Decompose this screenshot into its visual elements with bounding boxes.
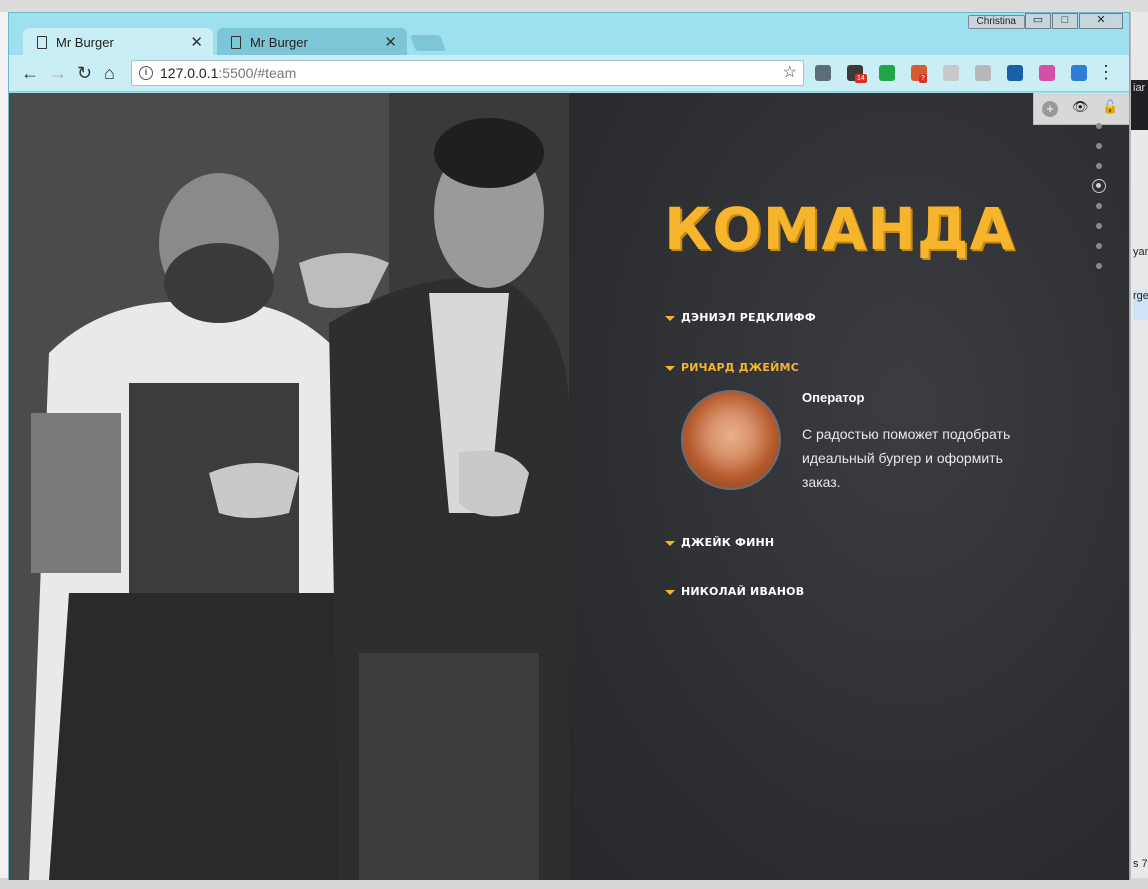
desktop-top-strip [0, 0, 1148, 12]
unlock-icon[interactable]: 🔓 [1102, 99, 1118, 115]
window-controls: ▭ □ ✕ [1024, 13, 1123, 29]
tab-title: Mr Burger [250, 34, 308, 50]
close-tab-icon[interactable]: ✕ [190, 33, 203, 51]
shield-icon[interactable] [943, 65, 959, 81]
info-icon[interactable]: i [139, 66, 153, 80]
browser-window: Christina ▭ □ ✕ Mr Burger ✕ Mr Burger ✕ … [8, 12, 1130, 880]
pagination-dot[interactable] [1096, 203, 1102, 209]
member-name: ДЖЕЙК ФИНН [681, 536, 775, 549]
accessibility-icon[interactable]: 14 [847, 65, 867, 83]
url-host: 127.0.0.1 [160, 65, 219, 81]
member-item-nikolay[interactable]: НИКОЛАЙ ИВАНОВ [665, 585, 804, 598]
document-icon [231, 35, 241, 49]
triangle-down-icon [665, 540, 675, 546]
triangle-down-icon [665, 365, 675, 371]
reload-icon[interactable]: ↻ [77, 63, 92, 83]
pagination-dot[interactable] [1096, 263, 1102, 269]
title-bar: Christina ▭ □ ✕ Mr Burger ✕ Mr Burger ✕ [9, 13, 1129, 56]
url-path: :5500/#team [218, 65, 297, 81]
desktop-right-strip: iar yan rge s 7, [1130, 12, 1148, 889]
maximize-button[interactable]: □ [1052, 13, 1078, 29]
screenshot-icon[interactable] [815, 65, 831, 81]
home-icon[interactable]: ⌂ [104, 63, 115, 83]
member-item-daniel[interactable]: ДЭНИЭЛ РЕДКЛИФФ [665, 311, 816, 324]
extension-badge: 14 [855, 74, 867, 83]
browser-menu-icon[interactable]: ⋮ [1097, 63, 1115, 81]
desktop-text: rge [1133, 290, 1148, 320]
tab-title: Mr Burger [56, 34, 114, 50]
desktop-text: s 7, [1133, 858, 1148, 870]
forward-icon[interactable]: → [49, 63, 67, 83]
member-name: ДЭНИЭЛ РЕДКЛИФФ [681, 311, 816, 324]
extension-popup: + 👁 🔓 [1033, 93, 1129, 125]
section-title: КОМАНДА [664, 195, 1016, 263]
team-photo [9, 93, 569, 880]
pagination-dot[interactable] [1096, 243, 1102, 249]
blue-n-icon[interactable] [1007, 65, 1023, 81]
new-tab-button[interactable] [410, 35, 446, 51]
address-bar[interactable]: i 127.0.0.1:5500/#team ☆ [131, 60, 804, 86]
plus-icon[interactable]: + [1042, 101, 1058, 117]
gradient-square-icon[interactable] [1039, 65, 1055, 81]
close-tab-icon[interactable]: ✕ [384, 33, 397, 51]
member-role: Оператор [802, 390, 865, 405]
member-name: НИКОЛАЙ ИВАНОВ [681, 585, 805, 598]
colorful-grid-icon[interactable]: ? [911, 65, 927, 83]
eye-icon[interactable]: 👁 [1072, 99, 1089, 115]
url-text: 127.0.0.1:5500/#team [160, 61, 296, 85]
fi-icon[interactable] [1071, 65, 1087, 81]
pagination-dot[interactable] [1096, 163, 1102, 169]
desktop-text: iar [1133, 82, 1146, 94]
browser-toolbar: ← → ↻ ⌂ i 127.0.0.1:5500/#team ☆ 14? ⋮ [9, 55, 1129, 92]
pagination-dot[interactable] [1096, 143, 1102, 149]
page-viewport: + 👁 🔓 КОМАНДА ДЭНИЭЛ РЕДКЛИФФ РИЧАРД ДЖЕ… [9, 93, 1129, 880]
pagination-dot-active[interactable] [1092, 179, 1106, 193]
tab-mr-burger-active[interactable]: Mr Burger ✕ [23, 28, 213, 56]
pagination-dot[interactable] [1096, 223, 1102, 229]
dim-square-icon[interactable] [975, 65, 991, 81]
member-name: РИЧАРД ДЖЕЙМС [681, 361, 799, 374]
member-item-richard[interactable]: РИЧАРД ДЖЕЙМС [665, 361, 799, 374]
extension-badge: ? [919, 74, 927, 83]
bookmark-star-icon[interactable]: ☆ [783, 61, 797, 85]
tab-mr-burger[interactable]: Mr Burger ✕ [217, 28, 407, 56]
member-avatar [681, 390, 781, 490]
team-photo-illustration [9, 93, 569, 880]
member-description: С радостью поможет подобрать идеальный б… [802, 426, 1011, 490]
desktop-text: yan [1133, 246, 1148, 258]
back-icon[interactable]: ← [21, 63, 39, 83]
user-badge[interactable]: Christina [967, 15, 1025, 29]
member-item-jake[interactable]: ДЖЕЙК ФИНН [665, 536, 774, 549]
close-window-button[interactable]: ✕ [1079, 13, 1123, 29]
minimize-button[interactable]: ▭ [1025, 13, 1051, 29]
triangle-down-icon [665, 315, 675, 321]
pagination-dot[interactable] [1096, 123, 1102, 129]
triangle-down-icon [665, 589, 675, 595]
green-circle-icon[interactable] [879, 65, 895, 81]
document-icon [37, 35, 47, 49]
